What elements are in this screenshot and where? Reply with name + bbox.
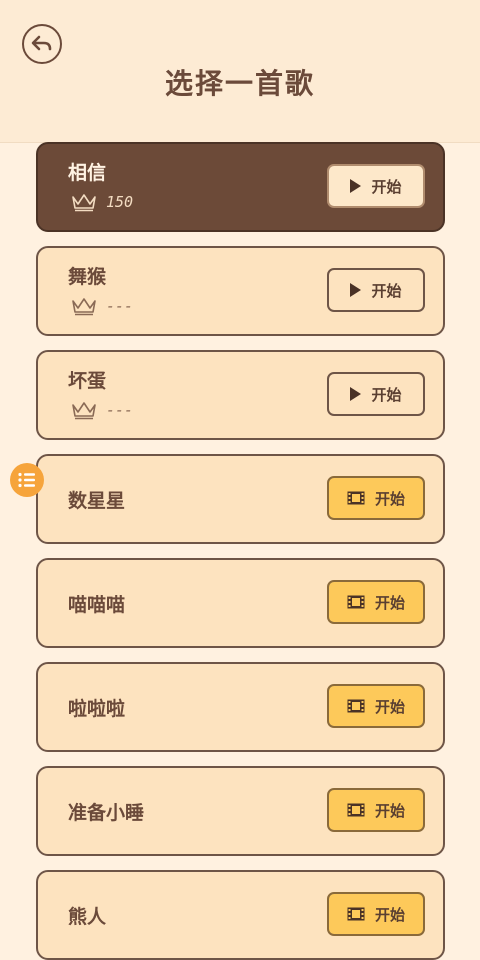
song-title: 相信: [68, 162, 107, 184]
page-title: 选择一首歌: [164, 67, 315, 100]
score-row: 150: [70, 192, 133, 212]
start-button-label: 开始: [374, 489, 405, 508]
start-button[interactable]: 开始: [327, 164, 425, 208]
film-icon: [347, 595, 365, 609]
song-card[interactable]: 坏蛋 --- 开始: [36, 350, 445, 440]
start-button-label: 开始: [374, 593, 405, 612]
start-button[interactable]: 开始: [327, 372, 425, 416]
start-button[interactable]: 开始: [327, 892, 425, 936]
header-bar: 选择一首歌: [0, 0, 480, 143]
crown-icon: [72, 298, 96, 316]
crown-icon: [72, 402, 96, 420]
play-icon: [350, 387, 362, 401]
play-icon: [350, 283, 362, 297]
start-button-label: 开始: [374, 905, 405, 924]
song-title: 坏蛋: [68, 370, 107, 392]
best-score: ---: [106, 297, 134, 315]
best-score: 150: [106, 193, 134, 211]
song-title: 熊人: [68, 906, 107, 928]
film-icon: [347, 907, 365, 921]
film-icon: [347, 803, 365, 817]
song-card[interactable]: 准备小睡 开始: [36, 766, 445, 856]
best-score: ---: [106, 401, 134, 419]
back-arrow-icon: [31, 35, 52, 51]
crown-icon: [72, 194, 96, 212]
song-card[interactable]: 啦啦啦 开始: [36, 662, 445, 752]
song-card[interactable]: 相信 150 开始: [36, 142, 445, 232]
start-button-label: 开始: [371, 385, 402, 404]
song-title: 啦啦啦: [68, 698, 126, 720]
film-icon: [347, 699, 365, 713]
song-card[interactable]: 数星星 开始: [36, 454, 445, 544]
start-button[interactable]: 开始: [327, 268, 425, 312]
start-button[interactable]: 开始: [327, 580, 425, 624]
start-button-label: 开始: [374, 801, 405, 820]
film-icon: [347, 491, 365, 505]
song-title: 准备小睡: [68, 802, 145, 824]
floating-menu-button[interactable]: [10, 463, 44, 497]
list-icon: [18, 472, 35, 488]
song-card[interactable]: 喵喵喵 开始: [36, 558, 445, 648]
start-button-label: 开始: [371, 177, 402, 196]
score-row: ---: [70, 296, 133, 316]
back-button[interactable]: [22, 24, 62, 64]
song-title: 舞猴: [68, 266, 107, 288]
song-title: 喵喵喵: [68, 594, 126, 616]
play-icon: [350, 179, 362, 193]
start-button[interactable]: 开始: [327, 788, 425, 832]
start-button-label: 开始: [371, 281, 402, 300]
song-card[interactable]: 熊人 开始: [36, 870, 445, 960]
song-title: 数星星: [68, 490, 126, 512]
start-button-label: 开始: [374, 697, 405, 716]
start-button[interactable]: 开始: [327, 684, 425, 728]
start-button[interactable]: 开始: [327, 476, 425, 520]
song-card[interactable]: 舞猴 --- 开始: [36, 246, 445, 336]
score-row: ---: [70, 400, 133, 420]
